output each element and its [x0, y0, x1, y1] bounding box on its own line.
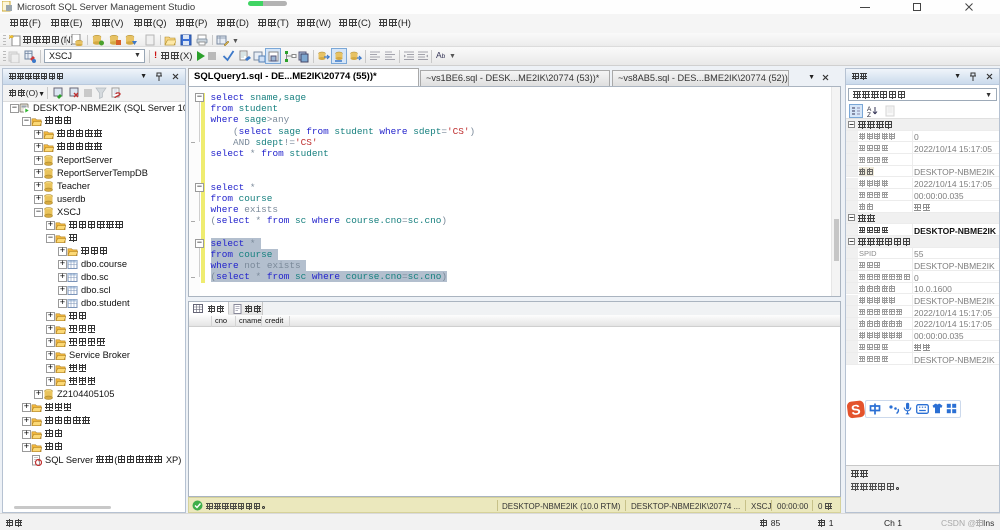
- svg-text:Z: Z: [867, 112, 871, 117]
- svg-text:S: S: [850, 401, 861, 418]
